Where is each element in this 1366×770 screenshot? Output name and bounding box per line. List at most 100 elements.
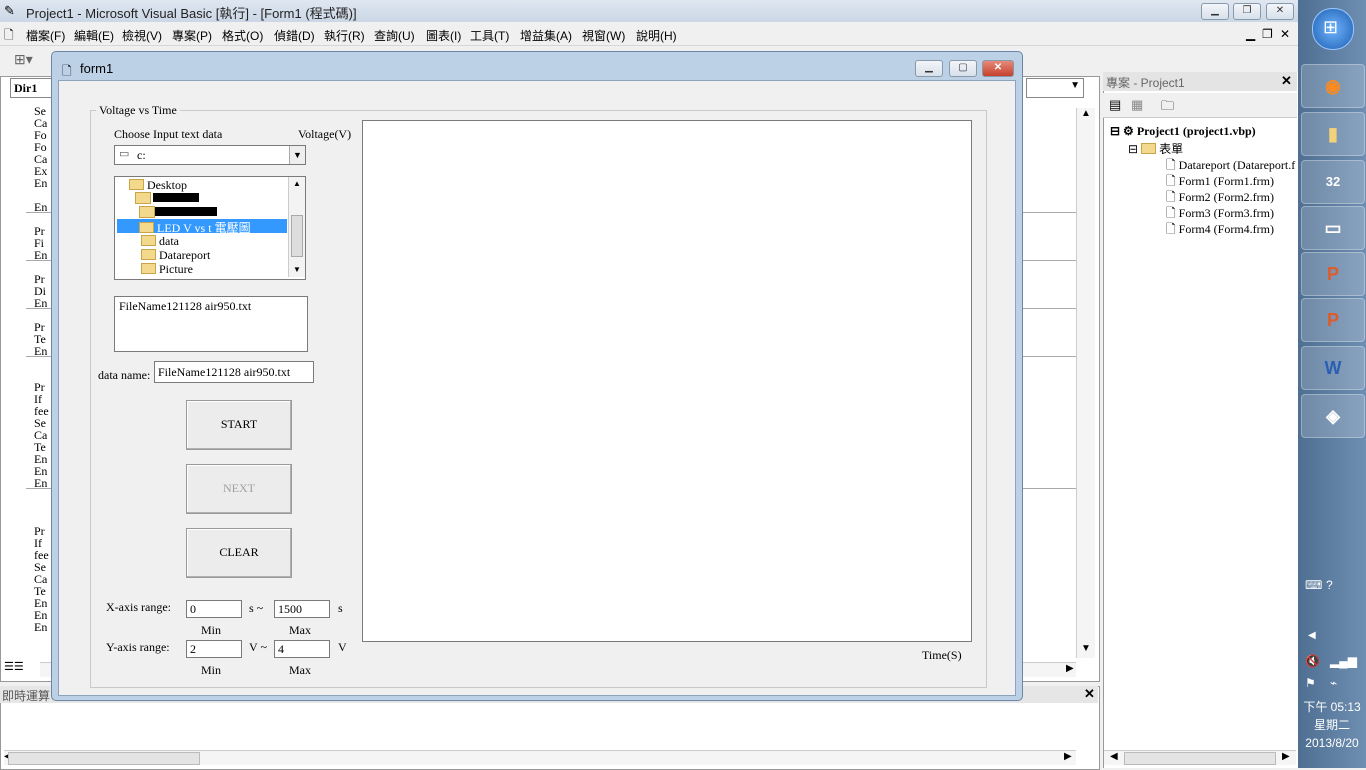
forms-folder[interactable]: ⊟ 表單 [1128, 140, 1183, 157]
dir-item[interactable]: data [141, 234, 179, 249]
file-item[interactable]: FileName121128 air950.txt [119, 299, 251, 314]
y-unit: V [338, 640, 347, 654]
scrollbar-thumb[interactable] [291, 215, 303, 257]
form-minimize-button[interactable]: ▁ [915, 60, 943, 77]
project-root[interactable]: ⊟ ⚙ Project1 (project1.vbp) [1110, 124, 1256, 139]
action-center-flag-icon[interactable]: ⚑ [1305, 676, 1316, 690]
keyboard-icon[interactable]: ⌨ [1305, 578, 1322, 592]
x-min-input[interactable] [186, 600, 242, 618]
data-name-label: data name: [98, 368, 151, 382]
procedure-view-icon[interactable]: ☰☰ [4, 660, 24, 673]
code-vertical-scrollbar[interactable]: ▲ ▼ [1076, 108, 1095, 658]
ide-title: Project1 - Microsoft Visual Basic [執行] -… [26, 6, 357, 21]
redacted-folder-name [155, 207, 217, 216]
network-icon[interactable]: ▂▄▆ [1330, 654, 1357, 668]
powerpoint-icon-2[interactable]: P [1301, 298, 1365, 342]
folder-icon [135, 192, 151, 204]
dir-item[interactable]: Datareport [141, 248, 210, 263]
object-combo[interactable]: Dir1 [10, 78, 55, 98]
menu-file[interactable]: 檔案(F) [26, 27, 65, 44]
file-list[interactable]: FileName121128 air950.txt [114, 296, 308, 352]
menu-diagram[interactable]: 圖表(I) [426, 27, 461, 44]
folder-icon [129, 179, 144, 190]
code-line: En [34, 176, 48, 190]
scrollbar-thumb[interactable] [1124, 752, 1276, 765]
menu-tools[interactable]: 工具(T) [470, 27, 509, 44]
dir-item[interactable]: Picture [141, 262, 193, 277]
child-restore-button[interactable]: ❐ [1262, 27, 1273, 41]
project-item[interactable]: 🗋 Form4 (Form4.frm) [1166, 220, 1274, 241]
y-max-input[interactable] [274, 640, 330, 658]
directory-list[interactable]: Desktop LED V vs t 電壓圖 130205 data Datar… [114, 176, 306, 280]
menu-view[interactable]: 檢視(V) [122, 27, 162, 44]
start-button[interactable]: ⊞ [1312, 8, 1354, 50]
ide-close-button[interactable]: ✕ [1266, 3, 1294, 20]
folder-icon [139, 222, 154, 233]
child-minimize-button[interactable]: ▁ [1246, 27, 1255, 41]
firefox-icon[interactable]: ◉ [1301, 64, 1365, 108]
menu-addins[interactable]: 增益集(A) [520, 27, 572, 44]
menu-edit[interactable]: 編輯(E) [74, 27, 114, 44]
form-close-button[interactable]: ✕ [982, 60, 1014, 77]
next-button[interactable]: NEXT [186, 464, 292, 514]
vb6-taskbar-icon[interactable]: 32 [1301, 160, 1365, 204]
menu-window[interactable]: 視窗(W) [582, 27, 625, 44]
volume-muted-icon[interactable]: 🔇 [1305, 654, 1320, 668]
plot-area[interactable] [362, 120, 972, 642]
menu-debug[interactable]: 偵錯(D) [274, 27, 315, 44]
dirlist-scrollbar[interactable]: ▲ ▼ [288, 177, 305, 277]
dir-item[interactable]: Desktop [129, 178, 187, 193]
data-name-input[interactable] [154, 361, 314, 383]
drive-combo[interactable]: ▭ c: ▼ [114, 145, 306, 165]
toolbar-add-form-icon[interactable]: ⊞▾ [14, 51, 33, 68]
code-window-icon[interactable]: 🗋 [4, 26, 14, 47]
help-icon[interactable]: ? [1326, 578, 1333, 592]
ide-minimize-button[interactable]: ▁ [1201, 3, 1229, 20]
project-item-label: Form3 (Form3.frm) [1178, 206, 1274, 220]
show-hidden-icons-icon[interactable]: ◀ [1308, 630, 1316, 641]
immediate-horizontal-scrollbar[interactable]: ◀ ▶ [4, 750, 1076, 765]
project-item-label: Form2 (Form2.frm) [1178, 190, 1274, 204]
drive-icon: ▭ [119, 148, 130, 160]
menu-format[interactable]: 格式(O) [222, 27, 263, 44]
taskbar-clock[interactable]: 下午 05:13 星期二 2013/8/20 [1298, 698, 1366, 752]
window-taskbar-icon[interactable]: ▭ [1301, 206, 1365, 250]
power-icon[interactable]: ⌁ [1330, 676, 1337, 690]
project-close-button[interactable]: ✕ [1281, 73, 1292, 89]
toggle-folders-icon[interactable]: 🗀 [1161, 97, 1174, 119]
immediate-close-button[interactable]: ✕ [1084, 686, 1095, 702]
scrollbar-thumb[interactable] [8, 752, 200, 765]
dir-item-selected[interactable]: LED V vs t 電壓圖 130205 [117, 219, 287, 250]
project-title: 專案 - Project1 [1106, 76, 1185, 90]
folder-icon [139, 206, 155, 218]
child-close-button[interactable]: ✕ [1280, 27, 1290, 41]
x-max-label: Max [289, 623, 311, 637]
windows-logo-icon: ⊞ [1323, 17, 1339, 37]
procedure-combo[interactable]: ▼ [1026, 78, 1084, 98]
app-taskbar-icon[interactable]: ◈ [1301, 394, 1365, 438]
menu-project[interactable]: 專案(P) [172, 27, 212, 44]
ide-title-bar: ✎ Project1 - Microsoft Visual Basic [執行]… [0, 0, 1298, 22]
x-max-input[interactable] [274, 600, 330, 618]
scroll-left-icon: ◀ [1110, 751, 1118, 762]
view-code-icon[interactable]: ▤ [1109, 97, 1121, 113]
explorer-folder-icon[interactable]: ▮ [1301, 112, 1365, 156]
dir-item-label: data [159, 234, 179, 248]
word-icon[interactable]: W [1301, 346, 1365, 390]
y-min-label: Min [201, 663, 222, 677]
ide-restore-button[interactable]: ❐ [1233, 3, 1261, 20]
menu-help[interactable]: 說明(H) [636, 27, 677, 44]
clear-button[interactable]: CLEAR [186, 528, 292, 578]
view-object-icon[interactable]: ▦ [1131, 97, 1143, 113]
clock-date: 2013/8/20 [1305, 736, 1359, 750]
menu-query[interactable]: 查詢(U) [374, 27, 415, 44]
project-title-bar: 專案 - Project1 ✕ [1103, 72, 1297, 91]
project-horizontal-scrollbar[interactable]: ◀ ▶ [1104, 750, 1296, 765]
powerpoint-icon[interactable]: P [1301, 252, 1365, 296]
menu-run[interactable]: 執行(R) [324, 27, 365, 44]
start-button[interactable]: START [186, 400, 292, 450]
y-min-input[interactable] [186, 640, 242, 658]
chevron-down-icon[interactable]: ▼ [289, 146, 305, 164]
form-maximize-button[interactable]: ▢ [949, 60, 977, 77]
form1-title: form1 [80, 61, 114, 76]
